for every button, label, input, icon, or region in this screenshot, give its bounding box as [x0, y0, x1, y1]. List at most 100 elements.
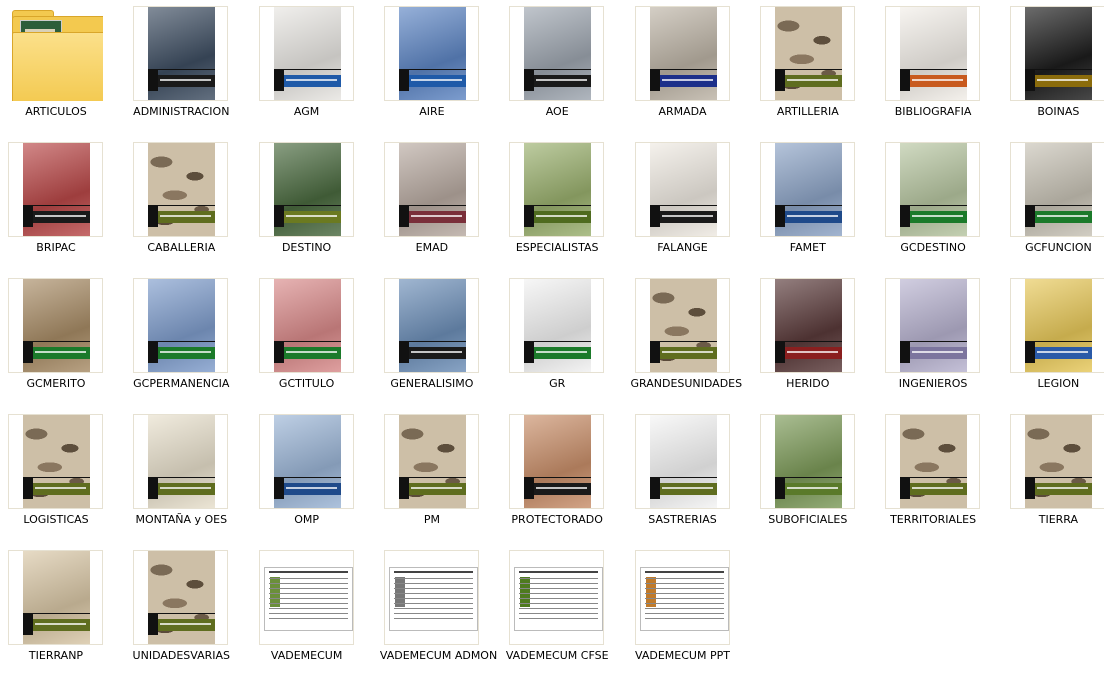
file-item-boinas[interactable]: BOINAS — [1006, 2, 1104, 138]
file-item-falange[interactable]: FALANGE — [631, 138, 756, 274]
file-item-vademecum-cfse[interactable]: VADEMECUM CFSE — [505, 546, 630, 682]
file-item-articulos[interactable]: ARTICULOS — [4, 2, 129, 138]
document-cover-icon — [383, 414, 479, 509]
document-cover-icon — [8, 142, 103, 237]
file-item-legion[interactable]: LEGION — [1006, 274, 1104, 410]
file-item-gcpermanencia[interactable]: GCPERMANENCIA — [129, 274, 254, 410]
file-label: FALANGE — [657, 241, 708, 254]
file-label: AIRE — [419, 105, 445, 118]
document-cover-icon — [1010, 142, 1104, 237]
file-item-aire[interactable]: AIRE — [380, 2, 505, 138]
spreadsheet-icon — [509, 550, 605, 645]
file-label: TERRITORIALES — [890, 513, 977, 526]
file-item-aoe[interactable]: AOE — [505, 2, 630, 138]
file-label: DESTINO — [281, 241, 332, 254]
file-item-ingenieros[interactable]: INGENIEROS — [881, 274, 1006, 410]
document-cover-icon — [258, 414, 354, 509]
file-item-caballeria[interactable]: CABALLERIA — [129, 138, 254, 274]
file-item-pm[interactable]: PM — [380, 410, 505, 546]
file-label: GCDESTINO — [900, 241, 966, 254]
file-label: GCFUNCION — [1025, 241, 1092, 254]
file-item-famet[interactable]: FAMET — [756, 138, 881, 274]
file-item-administracion[interactable]: ADMINISTRACION — [129, 2, 254, 138]
file-item-suboficiales[interactable]: SUBOFICIALES — [756, 410, 881, 546]
file-label: VADEMECUM PPT — [635, 649, 730, 662]
file-item-emad[interactable]: EMAD — [380, 138, 505, 274]
file-item-herido[interactable]: HERIDO — [756, 274, 881, 410]
file-item-especialistas[interactable]: ESPECIALISTAS — [505, 138, 630, 274]
file-label: LOGISTICAS — [23, 513, 89, 526]
file-label: VADEMECUM — [270, 649, 343, 662]
file-label: EMAD — [415, 241, 449, 254]
file-item-gr[interactable]: GR — [505, 274, 630, 410]
file-label: BIBLIOGRAFIA — [894, 105, 972, 118]
file-item-montaña-y-oes[interactable]: MONTAÑA y OES — [129, 410, 254, 546]
file-item-gctitulo[interactable]: GCTITULO — [255, 274, 380, 410]
file-item-bripac[interactable]: BRIPAC — [4, 138, 129, 274]
document-cover-icon — [509, 414, 605, 509]
file-item-protectorado[interactable]: PROTECTORADO — [505, 410, 630, 546]
file-label: OMP — [294, 513, 319, 526]
file-item-vademecum[interactable]: VADEMECUM — [255, 546, 380, 682]
file-item-sastrerias[interactable]: SASTRERIAS — [631, 410, 756, 546]
file-label: BRIPAC — [36, 241, 76, 254]
document-cover-icon — [885, 414, 981, 509]
document-cover-icon — [133, 414, 229, 509]
file-label: GR — [549, 377, 566, 390]
document-cover-icon — [133, 550, 229, 645]
file-item-omp[interactable]: OMP — [255, 410, 380, 546]
file-item-tierra[interactable]: TIERRA — [1006, 410, 1104, 546]
document-cover-icon — [1010, 6, 1104, 101]
file-label: GENERALISIMO — [390, 377, 474, 390]
file-label: GCPERMANENCIA — [133, 377, 230, 390]
file-item-unidadesvarias[interactable]: UNIDADESVARIAS — [129, 546, 254, 682]
file-item-agm[interactable]: AGM — [255, 2, 380, 138]
document-cover-icon — [383, 6, 479, 101]
file-label: AOE — [545, 105, 569, 118]
document-cover-icon — [759, 278, 855, 373]
document-cover-icon — [133, 278, 229, 373]
file-item-armada[interactable]: ARMADA — [631, 2, 756, 138]
document-cover-icon — [885, 6, 981, 101]
document-cover-icon — [258, 6, 354, 101]
spreadsheet-icon — [383, 550, 479, 645]
file-label: LEGION — [1037, 377, 1080, 390]
file-item-territoriales[interactable]: TERRITORIALES — [881, 410, 1006, 546]
document-cover-icon — [1010, 278, 1104, 373]
file-label: CABALLERIA — [147, 241, 216, 254]
file-label: GCMERITO — [26, 377, 86, 390]
file-item-destino[interactable]: DESTINO — [255, 138, 380, 274]
file-item-artilleria[interactable]: ARTILLERIA — [756, 2, 881, 138]
file-label: ADMINISTRACION — [133, 105, 230, 118]
file-label: FAMET — [789, 241, 826, 254]
file-item-vademecum-ppt[interactable]: VADEMECUM PPT — [631, 546, 756, 682]
file-item-tierranp[interactable]: TIERRANP — [4, 546, 129, 682]
document-cover-icon — [634, 414, 730, 509]
file-item-grandesunidades[interactable]: GRANDESUNIDADES — [631, 274, 756, 410]
document-cover-icon — [509, 142, 605, 237]
document-cover-icon — [634, 6, 730, 101]
file-label: ARTILLERIA — [776, 105, 839, 118]
folder-icon — [8, 6, 103, 101]
document-cover-icon — [258, 142, 354, 237]
file-item-bibliografia[interactable]: BIBLIOGRAFIA — [881, 2, 1006, 138]
document-cover-icon — [509, 6, 605, 101]
file-label: ARMADA — [658, 105, 707, 118]
document-cover-icon — [133, 6, 229, 101]
document-cover-icon — [1010, 414, 1104, 509]
document-cover-icon — [8, 414, 103, 509]
file-item-gcfuncion[interactable]: GCFUNCION — [1006, 138, 1104, 274]
file-label: BOINAS — [1037, 105, 1080, 118]
file-label: VADEMECUM CFSE — [505, 649, 609, 662]
file-item-logisticas[interactable]: LOGISTICAS — [4, 410, 129, 546]
file-label: VADEMECUM ADMON — [379, 649, 498, 662]
file-item-gcmerito[interactable]: GCMERITO — [4, 274, 129, 410]
file-label: ESPECIALISTAS — [515, 241, 599, 254]
spreadsheet-icon — [634, 550, 730, 645]
file-item-generalisimo[interactable]: GENERALISIMO — [380, 274, 505, 410]
file-item-vademecum-admon[interactable]: VADEMECUM ADMON — [380, 546, 505, 682]
file-item-gcdestino[interactable]: GCDESTINO — [881, 138, 1006, 274]
file-label: TIERRA — [1038, 513, 1079, 526]
file-label: INGENIEROS — [898, 377, 968, 390]
file-label: SUBOFICIALES — [768, 513, 848, 526]
